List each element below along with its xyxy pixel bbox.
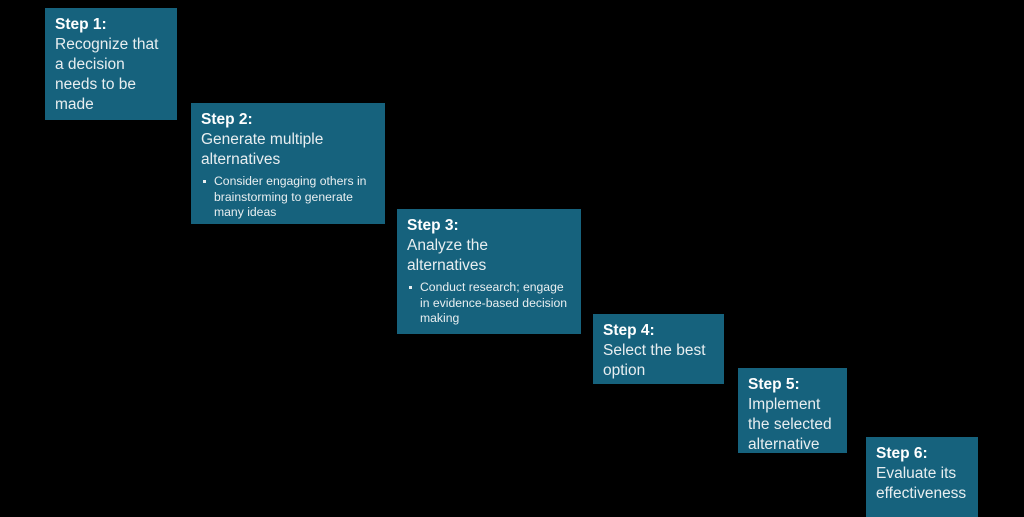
step-bullet-list-2: Consider engaging others in brainstormin…	[201, 174, 375, 221]
step-description-3: Analyze the alternatives	[407, 237, 488, 274]
step-box-6: Step 6: Evaluate its effectiveness	[866, 437, 978, 517]
step-bullet-list-3: Conduct research; engage in evidence-bas…	[407, 280, 571, 327]
step-box-1: Step 1: Recognize that a decision needs …	[45, 8, 177, 120]
step-description-5: Implement the selected alternative	[748, 396, 832, 453]
step-box-5: Step 5: Implement the selected alternati…	[738, 368, 847, 453]
step-box-4: Step 4: Select the best option	[593, 314, 724, 384]
step-description-6: Evaluate its effectiveness	[876, 465, 967, 502]
step-description-2: Generate multiple alternatives	[201, 131, 324, 168]
step-title-6: Step 6:	[876, 445, 928, 462]
step-title-2: Step 2:	[201, 111, 253, 128]
step-title-5: Step 5:	[748, 376, 800, 393]
step-title-3: Step 3:	[407, 217, 459, 234]
step-box-2: Step 2: Generate multiple alternatives C…	[191, 103, 385, 224]
decision-steps-diagram: Step 1: Recognize that a decision needs …	[0, 0, 1024, 517]
step-title-1: Step 1:	[55, 16, 107, 33]
step-box-3: Step 3: Analyze the alternatives Conduct…	[397, 209, 581, 334]
step-bullet-item: Consider engaging others in brainstormin…	[201, 174, 375, 221]
step-description-1: Recognize that a decision needs to be ma…	[55, 36, 159, 113]
step-title-4: Step 4:	[603, 322, 655, 339]
step-bullet-item: Conduct research; engage in evidence-bas…	[407, 280, 571, 327]
step-description-4: Select the best option	[603, 342, 706, 379]
